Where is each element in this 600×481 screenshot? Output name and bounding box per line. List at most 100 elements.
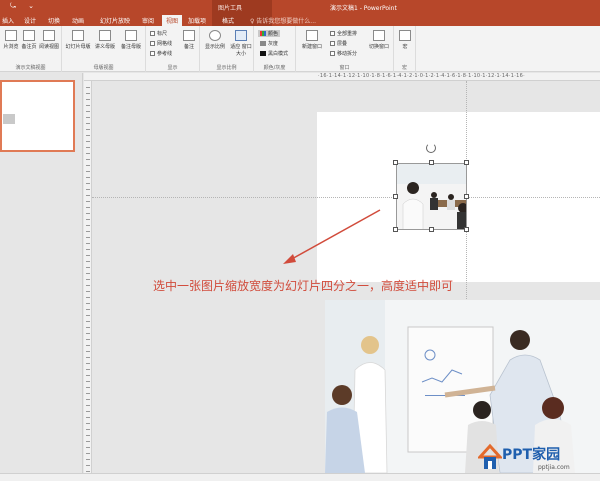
rotate-handle-icon[interactable] [426,143,436,153]
horizontal-guide[interactable] [92,197,600,198]
grayscale-swatch-icon [260,41,266,46]
reading-view-button[interactable]: 阅读视图 [38,30,60,50]
ruler-tick [86,243,90,244]
tab-animations[interactable]: 动画 [72,16,84,25]
ruler-tick [86,93,90,94]
document-title: 演示文稿1 - PowerPoint [330,5,397,12]
tell-me-search[interactable]: ♀ 告诉我您想要做什么... [250,16,316,25]
ruler-tick [86,141,90,142]
ruler-tick [86,309,90,310]
guides-checkbox[interactable]: 参考线 [150,50,172,57]
ruler-tick [86,447,90,448]
ruler-tick [86,165,90,166]
arrange-all-button[interactable]: 全部重排 [330,30,357,37]
group-window: 新建窗口 全部重排 层叠 移动拆分 切换窗口 窗口 [296,26,394,72]
ruler-tick [86,327,90,328]
ruler-tick [86,99,90,100]
ruler-checkbox[interactable]: 标尺 [150,30,167,37]
macros-icon [399,30,411,41]
slide-master-icon [72,30,84,41]
resize-handle-s[interactable] [429,227,434,232]
tab-design[interactable]: 设计 [24,16,36,25]
gridlines-checkbox[interactable]: 网格线 [150,40,172,47]
quick-access-toolbar: ⤿ ⌄ [10,2,44,11]
tab-review[interactable]: 审阅 [142,16,154,25]
ruler-tick [86,219,90,220]
tab-format[interactable]: 格式 [222,16,234,25]
fit-to-window-button[interactable]: 适应 窗口大小 [228,30,254,57]
fit-window-icon [235,30,247,41]
group-label: 母版视图 [93,65,114,71]
black-white-option[interactable]: 黑白模式 [260,50,288,57]
new-window-button[interactable]: 新建窗口 [298,30,326,50]
resize-handle-nw[interactable] [393,160,398,165]
ruler-tick [86,189,90,190]
macros-button[interactable]: 宏 [394,30,416,50]
group-label: 颜色/灰度 [263,65,286,71]
grayscale-option[interactable]: 灰度 [260,40,278,47]
group-zoom: 显示比例 适应 窗口大小 显示比例 [200,26,254,72]
ruler-tick [86,369,90,370]
vertical-ruler [84,81,92,473]
group-label: 显示 [167,65,178,71]
ribbon: 片浏览 备注页 阅读视图 演示文稿视图 幻灯片母版 讲义母版 备注母版 母版视图… [0,26,600,72]
zoom-button[interactable]: 显示比例 [202,30,228,50]
ruler-tick [86,339,90,340]
ruler-tick [86,135,90,136]
resize-handle-sw[interactable] [393,227,398,232]
ruler-tick [86,261,90,262]
resize-handle-e[interactable] [464,194,469,199]
notes-master-button[interactable]: 备注母版 [118,30,144,50]
ruler-tick [86,429,90,430]
notes-page-button[interactable]: 备注页 [18,30,40,50]
group-label: 宏 [401,65,407,71]
selected-picture[interactable] [393,160,469,232]
tab-addins[interactable]: 加载项 [188,16,206,25]
tab-view[interactable]: 视图 [162,15,183,26]
ruler-tick [86,345,90,346]
ruler-tick [86,381,90,382]
ruler-tick [86,273,90,274]
cascade-button[interactable]: 层叠 [330,40,347,47]
tab-transitions[interactable]: 切换 [48,16,60,25]
ruler-tick [86,285,90,286]
bw-swatch-icon [260,51,266,56]
ruler-tick [86,87,90,88]
slide-master-button[interactable]: 幻灯片母版 [64,30,92,50]
move-split-button[interactable]: 移动拆分 [330,50,357,57]
ruler-tick [86,249,90,250]
ruler-tick [86,417,90,418]
color-option[interactable]: 颜色 [258,30,281,37]
watermark-url: pptjia.com [538,464,570,471]
resize-handle-w[interactable] [393,194,398,199]
ruler-tick [86,375,90,376]
group-macros: 宏 宏 [394,26,416,72]
ruler-tick [86,459,90,460]
switch-windows-button[interactable]: 切换窗口 [366,30,392,50]
handout-master-button[interactable]: 讲义母版 [92,30,118,50]
resize-handle-ne[interactable] [464,160,469,165]
resize-handle-n[interactable] [429,160,434,165]
ruler-tick [86,393,90,394]
ruler-tick [86,387,90,388]
ruler-tick [86,267,90,268]
ruler-tick [86,129,90,130]
tab-slideshow[interactable]: 幻灯片放映 [100,16,130,25]
group-color: 颜色 灰度 黑白模式 颜色/灰度 [254,26,296,72]
watermark-brand: PPT家园 [502,447,561,463]
ruler-tick [86,423,90,424]
house-logo-icon [478,443,502,469]
tab-insert[interactable]: 插入 [2,16,14,25]
ruler-tick [86,441,90,442]
redo-icon[interactable]: ⤿ [10,2,16,10]
customize-qat-icon[interactable]: ⌄ [28,2,34,10]
ruler-tick [86,465,90,466]
ruler-tick [86,363,90,364]
horizontal-ruler: ·16·1·14·1·12·1·10·1·8·1·6·1·4·1·2·1·0·1… [84,73,600,81]
group-label: 演示文稿视图 [15,65,46,71]
ruler-tick [86,255,90,256]
resize-handle-se[interactable] [464,227,469,232]
slide-thumbnail[interactable] [0,80,75,152]
group-master-views: 幻灯片母版 讲义母版 备注母版 母版视图 [62,26,146,72]
notes-button[interactable]: 备注 [178,30,200,50]
